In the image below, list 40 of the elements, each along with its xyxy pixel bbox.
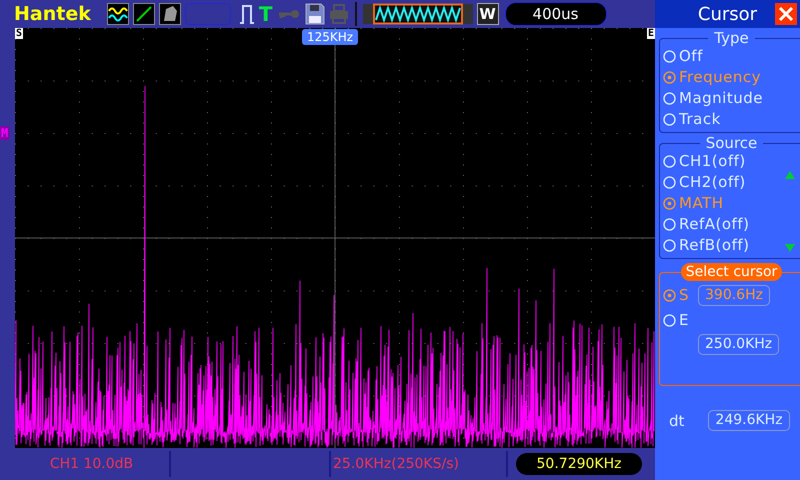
center-frequency-marker: 125KHz (302, 29, 358, 45)
channel-scale: CH1 10.0dB (48, 456, 134, 472)
radio-icon[interactable] (663, 289, 676, 302)
type-option[interactable]: Magnitude (663, 88, 800, 109)
sample-rate: 25.0KHz(250KS/s) (332, 456, 460, 472)
math-marker: M (0, 126, 10, 140)
cursor-value-field[interactable]: 250.0KHz (698, 334, 780, 355)
cursor-value-field[interactable]: 390.6Hz (698, 285, 770, 306)
group-title: Source (704, 135, 758, 151)
window-button[interactable]: W (476, 3, 499, 25)
trigger-label[interactable]: T (258, 2, 273, 26)
group-title: Select cursor (680, 263, 782, 281)
cursor-option[interactable]: E (663, 310, 689, 331)
scroll-up-icon[interactable] (785, 171, 795, 179)
waveform-icon[interactable] (106, 3, 129, 25)
source-option[interactable]: RefB(off) (663, 235, 800, 256)
close-icon[interactable] (775, 3, 797, 25)
memory-waveform-icon (362, 3, 473, 25)
source-option[interactable]: CH1(off) (663, 151, 800, 172)
scroll-down-icon[interactable] (785, 244, 795, 252)
cursor-option[interactable]: S (663, 285, 690, 306)
pulse-icon[interactable] (238, 3, 255, 25)
radio-icon[interactable] (663, 71, 676, 84)
radio-icon[interactable] (663, 197, 676, 210)
type-option[interactable]: Frequency (663, 67, 800, 88)
source-option[interactable]: MATH (663, 193, 800, 214)
texture-icon[interactable] (158, 3, 181, 25)
source-option[interactable]: CH2(off) (663, 172, 800, 193)
panel-title: Cursor (698, 4, 758, 24)
timebase-readout: 400us (504, 2, 607, 26)
start-cursor-marker[interactable]: S (15, 28, 24, 39)
empty-slot (184, 3, 231, 25)
source-option[interactable]: RefA(off) (663, 214, 800, 235)
delta-label: dt (669, 412, 684, 430)
brand-logo: Hantek (14, 3, 91, 25)
frequency-readout: 50.7290KHz (516, 453, 642, 475)
type-option[interactable]: Off (663, 46, 800, 67)
delta-value-field: 249.6KHz (708, 410, 790, 431)
group-title: Type (713, 30, 750, 46)
type-option[interactable]: Track (663, 109, 800, 130)
